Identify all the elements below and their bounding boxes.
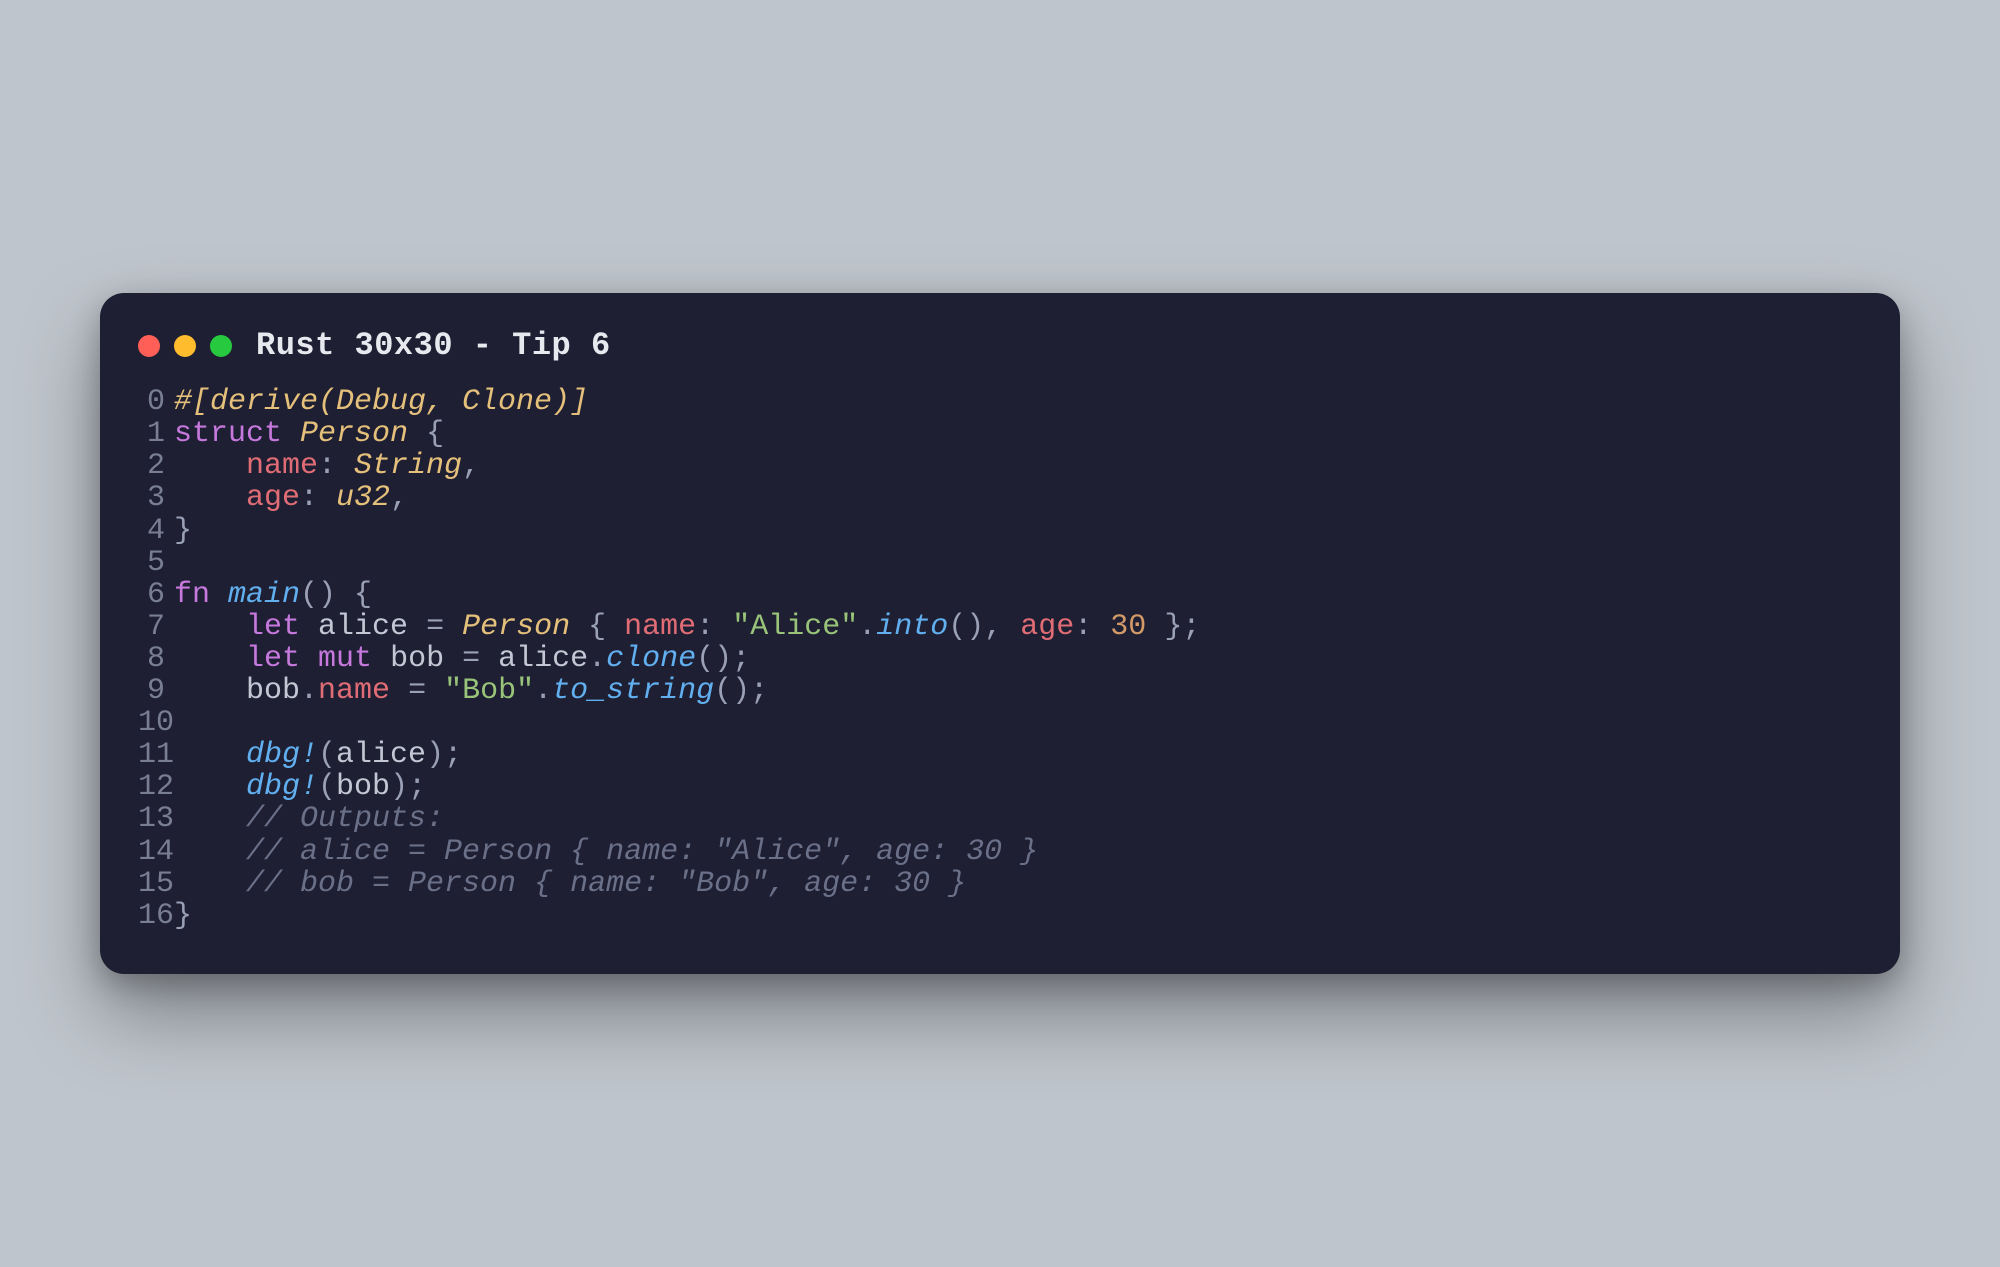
window-titlebar: Rust 30x30 - Tip 6 bbox=[138, 327, 1862, 364]
line-number: 1 bbox=[138, 418, 174, 450]
code-line: 14 // alice = Person { name: "Alice", ag… bbox=[138, 836, 1862, 868]
code-content: // alice = Person { name: "Alice", age: … bbox=[174, 836, 1862, 868]
code-line: 9 bob.name = "Bob".to_string(); bbox=[138, 675, 1862, 707]
code-content: // Outputs: bbox=[174, 803, 1862, 835]
line-number: 5 bbox=[138, 547, 174, 579]
code-content: name: String, bbox=[174, 450, 1862, 482]
line-number: 15 bbox=[138, 868, 174, 900]
code-content: age: u32, bbox=[174, 482, 1862, 514]
code-content: // bob = Person { name: "Bob", age: 30 } bbox=[174, 868, 1862, 900]
line-number: 13 bbox=[138, 803, 174, 835]
code-line: 4} bbox=[138, 515, 1862, 547]
line-number: 0 bbox=[138, 386, 174, 418]
code-line: 8 let mut bob = alice.clone(); bbox=[138, 643, 1862, 675]
code-line: 2 name: String, bbox=[138, 450, 1862, 482]
code-content bbox=[174, 547, 1862, 579]
code-line: 10 bbox=[138, 707, 1862, 739]
line-number: 8 bbox=[138, 643, 174, 675]
code-line: 12 dbg!(bob); bbox=[138, 771, 1862, 803]
code-line: 7 let alice = Person { name: "Alice".int… bbox=[138, 611, 1862, 643]
code-line: 0#[derive(Debug, Clone)] bbox=[138, 386, 1862, 418]
window-minimize-icon[interactable] bbox=[174, 335, 196, 357]
line-number: 12 bbox=[138, 771, 174, 803]
line-number: 7 bbox=[138, 611, 174, 643]
code-line: 6fn main() { bbox=[138, 579, 1862, 611]
window-close-icon[interactable] bbox=[138, 335, 160, 357]
code-snippet-window: Rust 30x30 - Tip 6 0#[derive(Debug, Clon… bbox=[100, 293, 1900, 974]
code-content: dbg!(bob); bbox=[174, 771, 1862, 803]
window-title: Rust 30x30 - Tip 6 bbox=[256, 327, 611, 364]
code-content: struct Person { bbox=[174, 418, 1862, 450]
line-number: 9 bbox=[138, 675, 174, 707]
code-content: #[derive(Debug, Clone)] bbox=[174, 386, 1862, 418]
code-content: dbg!(alice); bbox=[174, 739, 1862, 771]
code-line: 16} bbox=[138, 900, 1862, 932]
code-content: bob.name = "Bob".to_string(); bbox=[174, 675, 1862, 707]
line-number: 6 bbox=[138, 579, 174, 611]
code-line: 3 age: u32, bbox=[138, 482, 1862, 514]
line-number: 4 bbox=[138, 515, 174, 547]
code-line: 11 dbg!(alice); bbox=[138, 739, 1862, 771]
code-editor: 0#[derive(Debug, Clone)]1struct Person {… bbox=[138, 386, 1862, 932]
code-content: fn main() { bbox=[174, 579, 1862, 611]
code-line: 15 // bob = Person { name: "Bob", age: 3… bbox=[138, 868, 1862, 900]
code-content: } bbox=[174, 515, 1862, 547]
code-line: 13 // Outputs: bbox=[138, 803, 1862, 835]
code-content bbox=[174, 707, 1862, 739]
code-content: let alice = Person { name: "Alice".into(… bbox=[174, 611, 1862, 643]
code-content: let mut bob = alice.clone(); bbox=[174, 643, 1862, 675]
line-number: 10 bbox=[138, 707, 174, 739]
code-line: 5 bbox=[138, 547, 1862, 579]
line-number: 16 bbox=[138, 900, 174, 932]
line-number: 11 bbox=[138, 739, 174, 771]
code-content: } bbox=[174, 900, 1862, 932]
line-number: 14 bbox=[138, 836, 174, 868]
code-line: 1struct Person { bbox=[138, 418, 1862, 450]
line-number: 3 bbox=[138, 482, 174, 514]
line-number: 2 bbox=[138, 450, 174, 482]
window-zoom-icon[interactable] bbox=[210, 335, 232, 357]
